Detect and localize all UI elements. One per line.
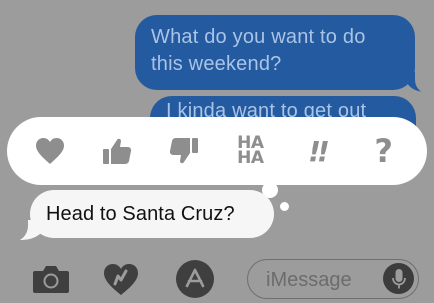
app-store-button[interactable]: [174, 258, 216, 300]
outgoing-message-bubble[interactable]: What do you want to do this weekend?: [135, 15, 415, 90]
thumbs-up-icon: [102, 138, 132, 164]
thumbs-down-icon: [169, 138, 198, 164]
tapback-emphasize-button[interactable]: !!: [295, 129, 339, 173]
question-icon: ?: [374, 132, 393, 170]
message-input[interactable]: [264, 266, 378, 294]
imessage-input-field[interactable]: [247, 259, 419, 299]
tapback-pointer-dot-small: [280, 202, 289, 211]
tapback-reaction-bar: HA HA !! ?: [7, 117, 427, 185]
camera-button[interactable]: [30, 258, 72, 300]
incoming-message-bubble[interactable]: Head to Santa Cruz?: [30, 190, 274, 238]
tapback-heart-button[interactable]: [28, 129, 72, 173]
camera-icon: [33, 266, 69, 293]
digital-touch-button[interactable]: [100, 258, 142, 300]
tapback-like-button[interactable]: [95, 129, 139, 173]
tapback-dislike-button[interactable]: [162, 129, 206, 173]
digital-touch-icon: [104, 264, 138, 295]
exclamation-icon: !!: [308, 134, 329, 168]
tapback-haha-button[interactable]: HA HA: [228, 129, 272, 173]
heart-icon: [36, 138, 65, 164]
tapback-question-button[interactable]: ?: [362, 129, 406, 173]
incoming-message-text: Head to Santa Cruz?: [46, 203, 235, 225]
app-store-icon: [176, 260, 214, 298]
outgoing-message-text: What do you want to do this weekend?: [151, 26, 366, 75]
haha-icon: HA HA: [237, 133, 264, 168]
microphone-icon: [391, 268, 406, 288]
dictation-button[interactable]: [383, 263, 414, 294]
messages-screen: What do you want to do this weekend? I k…: [0, 0, 434, 303]
